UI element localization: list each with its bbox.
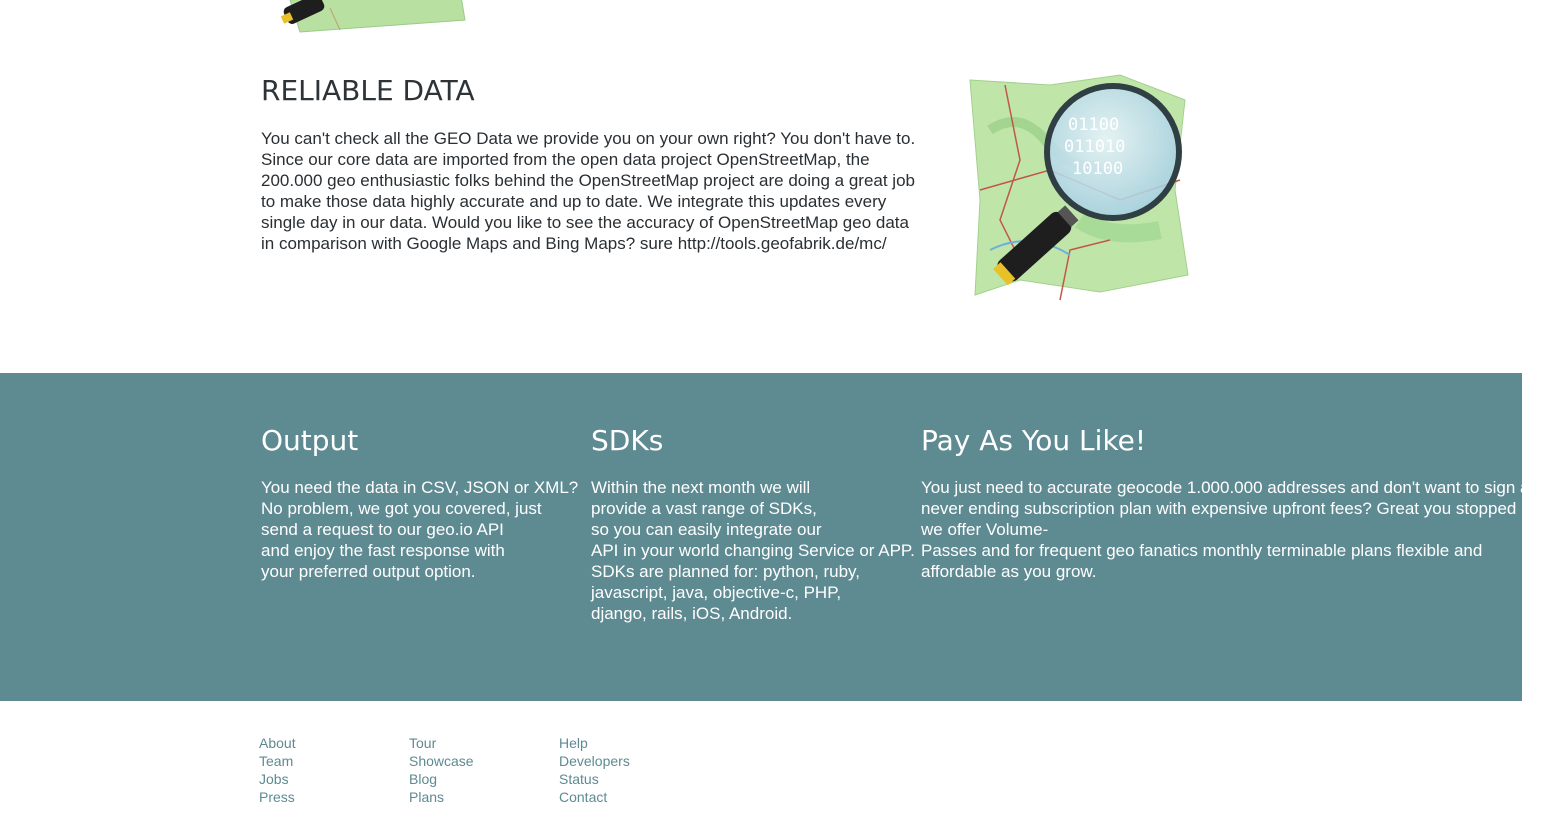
footer-link-press[interactable]: Press [259, 788, 296, 806]
footer-link-help[interactable]: Help [559, 734, 630, 752]
footer-link-tour[interactable]: Tour [409, 734, 474, 752]
feature-pay: Pay As You Like! You just need to accura… [921, 423, 1522, 582]
footer-column-support: Help Developers Status Contact [559, 734, 630, 806]
features-band: Output You need the data in CSV, JSON or… [0, 373, 1522, 701]
feature-pay-body: You just need to accurate geocode 1.000.… [921, 478, 1522, 581]
feature-output-body: You need the data in CSV, JSON or XML? N… [261, 478, 579, 581]
footer-link-about[interactable]: About [259, 734, 296, 752]
footer-link-developers[interactable]: Developers [559, 752, 630, 770]
feature-output: Output You need the data in CSV, JSON or… [261, 423, 581, 582]
digits-line-2: 011010 [1064, 137, 1125, 157]
feature-sdks-body: Within the next month we will provide a … [591, 478, 915, 623]
footer-column-product: Tour Showcase Blog Plans [409, 734, 474, 806]
digits-line-3: 10100 [1072, 159, 1123, 179]
feature-pay-title: Pay As You Like! [921, 424, 1147, 457]
feature-output-title: Output [261, 424, 359, 457]
footer-link-jobs[interactable]: Jobs [259, 770, 296, 788]
footer-link-blog[interactable]: Blog [409, 770, 474, 788]
top-map-illustration [270, 0, 470, 35]
footer-link-status[interactable]: Status [559, 770, 630, 788]
map-magnifier-illustration: 01100 011010 10100 [960, 70, 1200, 305]
digits-line-1: 01100 [1068, 115, 1119, 135]
footer-link-contact[interactable]: Contact [559, 788, 630, 806]
footer-column-company: About Team Jobs Press [259, 734, 296, 806]
reliable-data-section: RELIABLE DATA You can't check all the GE… [261, 72, 921, 254]
footer-link-team[interactable]: Team [259, 752, 296, 770]
footer-link-plans[interactable]: Plans [409, 788, 474, 806]
feature-sdks: SDKs Within the next month we will provi… [591, 423, 921, 624]
feature-sdks-title: SDKs [591, 424, 664, 457]
reliable-data-body: You can't check all the GEO Data we prov… [261, 129, 916, 253]
footer-link-showcase[interactable]: Showcase [409, 752, 474, 770]
reliable-data-title: RELIABLE DATA [261, 74, 475, 107]
